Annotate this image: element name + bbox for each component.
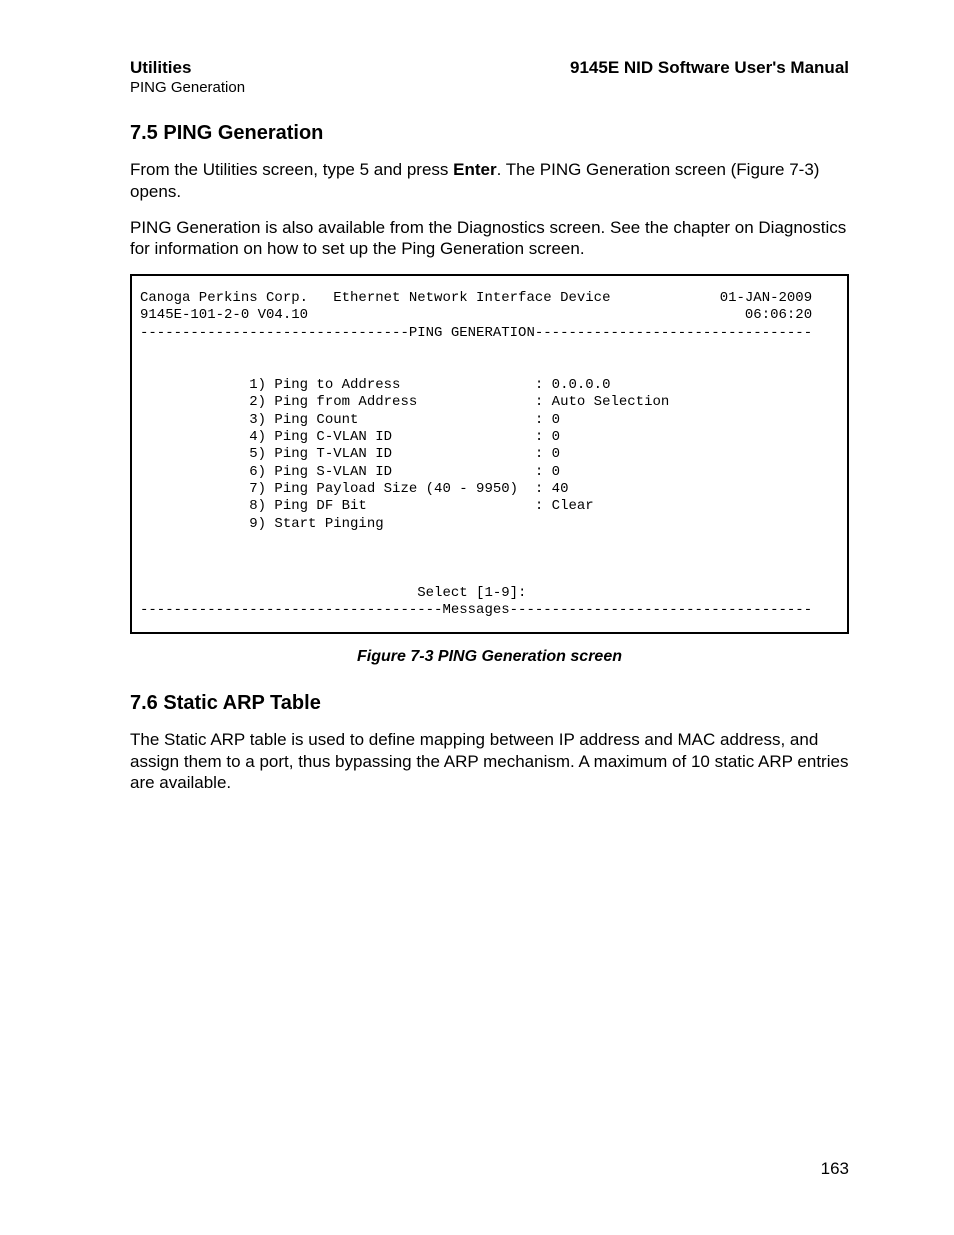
header-sub: PING Generation — [130, 79, 849, 96]
enter-key: Enter — [453, 160, 496, 179]
section-7-5-para-2: PING Generation is also available from t… — [130, 217, 849, 261]
page: Utilities 9145E NID Software User's Manu… — [0, 0, 954, 1235]
terminal-window: Canoga Perkins Corp. Ethernet Network In… — [130, 274, 849, 634]
section-7-6-heading: 7.6 Static ARP Table — [130, 692, 849, 715]
section-7-5-para-1: From the Utilities screen, type 5 and pr… — [130, 159, 849, 203]
section-7-6-para-1: The Static ARP table is used to define m… — [130, 729, 849, 794]
terminal-content: Canoga Perkins Corp. Ethernet Network In… — [140, 290, 839, 620]
section-7-5-heading: 7.5 PING Generation — [130, 122, 849, 145]
page-number: 163 — [821, 1159, 849, 1179]
page-header: Utilities 9145E NID Software User's Manu… — [130, 58, 849, 78]
header-right: 9145E NID Software User's Manual — [570, 58, 849, 78]
figure-caption: Figure 7-3 PING Generation screen — [130, 648, 849, 666]
header-left: Utilities — [130, 58, 191, 78]
para-text: From the Utilities screen, type 5 and pr… — [130, 160, 453, 179]
